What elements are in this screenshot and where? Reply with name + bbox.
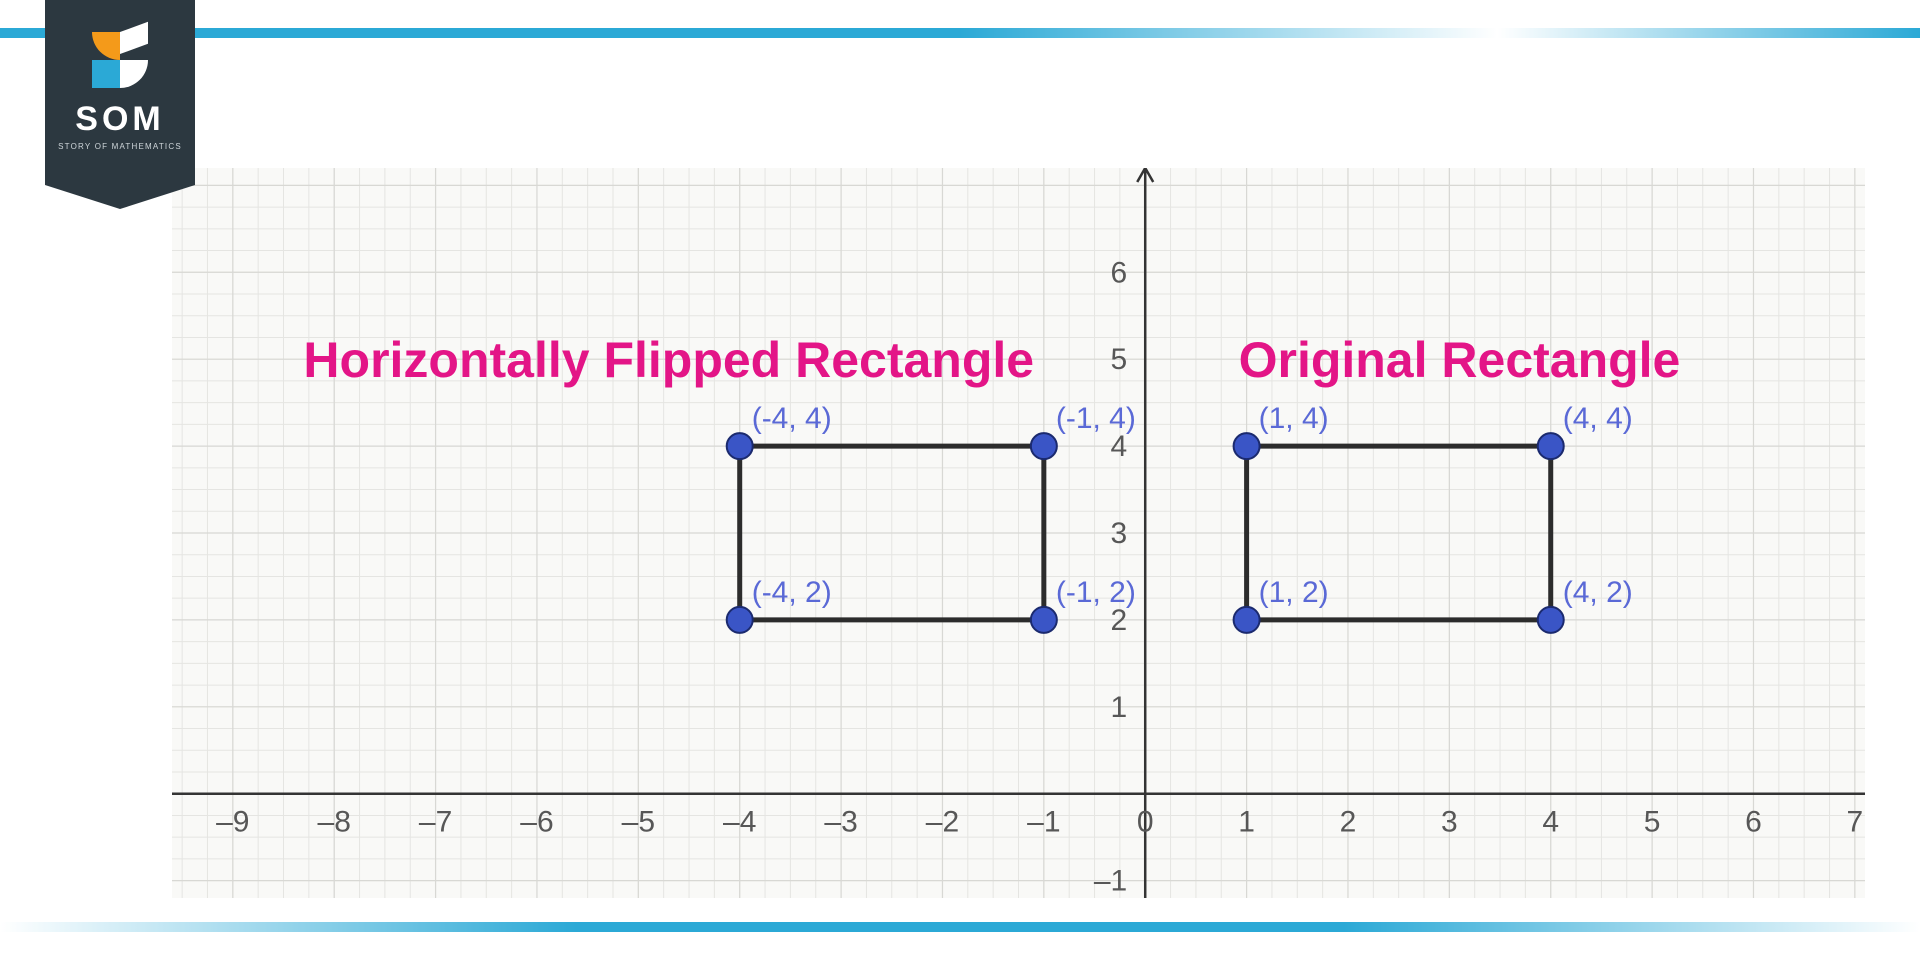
vertex-point xyxy=(1538,607,1564,633)
x-tick-label: –7 xyxy=(419,806,452,839)
vertex-label: (-4, 4) xyxy=(752,402,832,435)
x-tick-label: 3 xyxy=(1441,806,1458,839)
bottom-accent-bar xyxy=(0,922,1920,932)
logo-text: SOM xyxy=(45,100,195,139)
coordinate-plane: –9–8–7–6–5–4–3–2–101234567–1123456(-4, 4… xyxy=(172,168,1865,898)
x-tick-label: 5 xyxy=(1644,806,1661,839)
x-tick-label: –8 xyxy=(318,806,351,839)
y-tick-label: 1 xyxy=(1111,691,1128,724)
x-tick-label: 4 xyxy=(1542,806,1559,839)
title-flipped: Horizontally Flipped Rectangle xyxy=(303,332,1034,388)
som-logo-icon xyxy=(92,32,148,88)
logo-tagline: STORY OF MATHEMATICS xyxy=(45,142,195,151)
x-tick-label: –1 xyxy=(1027,806,1060,839)
vertex-label: (-1, 4) xyxy=(1056,402,1136,435)
vertex-point xyxy=(1031,607,1057,633)
x-tick-label: 0 xyxy=(1137,806,1154,839)
vertex-label: (1, 2) xyxy=(1259,576,1329,609)
vertex-label: (-1, 2) xyxy=(1056,576,1136,609)
x-tick-label: 6 xyxy=(1745,806,1762,839)
vertex-point xyxy=(1031,433,1057,459)
vertex-point xyxy=(727,607,753,633)
x-tick-label: –4 xyxy=(723,806,756,839)
vertex-point xyxy=(727,433,753,459)
plot-svg: –9–8–7–6–5–4–3–2–101234567–1123456(-4, 4… xyxy=(172,168,1865,898)
x-tick-label: –2 xyxy=(926,806,959,839)
y-tick-label: –1 xyxy=(1094,865,1127,898)
y-tick-label: 6 xyxy=(1111,256,1128,289)
vertex-point xyxy=(1538,433,1564,459)
x-tick-label: –3 xyxy=(824,806,857,839)
vertex-point xyxy=(1234,607,1260,633)
y-tick-label: 5 xyxy=(1111,343,1128,376)
x-tick-label: –6 xyxy=(520,806,553,839)
y-tick-label: 3 xyxy=(1111,517,1128,550)
x-tick-label: 1 xyxy=(1238,806,1255,839)
vertex-label: (-4, 2) xyxy=(752,576,832,609)
x-tick-label: 7 xyxy=(1847,806,1864,839)
title-original: Original Rectangle xyxy=(1239,332,1681,388)
vertex-point xyxy=(1234,433,1260,459)
vertex-label: (1, 4) xyxy=(1259,402,1329,435)
top-accent-bar xyxy=(0,28,1920,38)
x-tick-label: 2 xyxy=(1340,806,1357,839)
x-tick-label: –5 xyxy=(622,806,655,839)
x-tick-label: –9 xyxy=(216,806,249,839)
vertex-label: (4, 4) xyxy=(1563,402,1633,435)
vertex-label: (4, 2) xyxy=(1563,576,1633,609)
som-logo-badge: SOM STORY OF MATHEMATICS xyxy=(45,0,195,185)
